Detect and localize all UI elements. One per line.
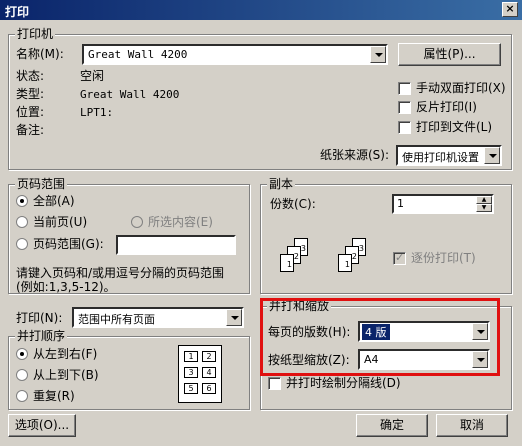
left-to-right-label[interactable]: 从左到右(F) [33, 347, 97, 361]
repeat-radio[interactable] [16, 390, 28, 402]
ok-button[interactable]: 确定 [356, 414, 428, 437]
current-page-radio[interactable] [16, 216, 28, 228]
printer-name-select[interactable]: Great Wall 4200 [82, 44, 388, 65]
order-cell: 6 [202, 383, 216, 394]
page-range-all-radio[interactable] [16, 195, 28, 207]
top-to-bottom-label[interactable]: 从上到下(B) [33, 368, 99, 382]
manual-duplex-checkbox[interactable] [398, 82, 411, 95]
reverse-print-label[interactable]: 反片打印(I) [416, 100, 477, 114]
print-to-file-checkbox[interactable] [398, 121, 411, 134]
paper-source-value: 使用打印机设置 [402, 151, 479, 164]
page-range-hint: 请键入页码和/或用逗号分隔的页码范围(例如:1,3,5-12)。 [16, 266, 225, 294]
chevron-down-icon[interactable] [370, 46, 386, 63]
left-to-right-radio[interactable] [16, 348, 28, 360]
page-range-all-label[interactable]: 全部(A) [33, 194, 75, 208]
location-value: LPT1: [80, 106, 114, 119]
reverse-print-checkbox[interactable] [398, 101, 411, 114]
top-to-bottom-radio[interactable] [16, 369, 28, 381]
selection-label: 所选内容(E) [148, 215, 213, 229]
printer-name-value: Great Wall 4200 [88, 48, 188, 61]
pages-label[interactable]: 页码范围(G): [33, 237, 104, 251]
current-page-label[interactable]: 当前页(U) [33, 215, 87, 229]
page-order-icon: 1 2 3 4 5 6 [178, 345, 222, 403]
window-title: 打印 [5, 5, 30, 19]
copies-count-value: 1 [397, 197, 404, 210]
pages-radio[interactable] [16, 238, 28, 250]
paper-source-label: 纸张来源(S): [320, 148, 390, 162]
spin-down-icon[interactable]: ▼ [476, 204, 492, 212]
type-label: 类型: [16, 87, 45, 101]
print-what-label: 打印(N): [16, 311, 63, 325]
copies-spinner[interactable]: ▲ ▼ [476, 196, 492, 212]
close-icon: × [505, 2, 515, 15]
print-what-value: 范围中所有页面 [78, 313, 155, 326]
red-highlight-box [260, 298, 500, 376]
status-value: 空闲 [80, 69, 105, 83]
order-cell: 3 [184, 367, 198, 378]
print-order-group-label: 并打顺序 [15, 329, 68, 343]
properties-button[interactable]: 属性(P)... [398, 43, 501, 66]
copies-count-label: 份数(C): [270, 197, 316, 211]
copies-count-input[interactable]: 1 ▲ ▼ [392, 194, 494, 214]
location-label: 位置: [16, 105, 45, 119]
collate-label: 逐份打印(T) [411, 251, 476, 265]
manual-duplex-label[interactable]: 手动双面打印(X) [416, 81, 506, 95]
collate-page: 1 [280, 254, 294, 272]
order-cell: 2 [202, 351, 216, 362]
order-cell: 1 [184, 351, 198, 362]
options-button[interactable]: 选项(O)... [8, 414, 76, 437]
comment-label: 备注: [16, 123, 45, 137]
close-button[interactable]: × [502, 2, 518, 17]
repeat-label[interactable]: 重复(R) [33, 389, 75, 403]
print-what-select[interactable]: 范围中所有页面 [72, 307, 244, 328]
collate-page: 1 [338, 254, 352, 272]
selection-radio[interactable] [131, 216, 143, 228]
spin-up-icon[interactable]: ▲ [476, 196, 492, 204]
order-cell: 4 [202, 367, 216, 378]
print-to-file-label[interactable]: 打印到文件(L) [416, 120, 492, 134]
title-bar: 打印 × [0, 0, 522, 20]
chevron-down-icon[interactable] [484, 147, 500, 164]
type-value: Great Wall 4200 [80, 88, 180, 101]
cancel-button[interactable]: 取消 [436, 414, 508, 437]
draw-borders-checkbox[interactable] [268, 377, 281, 390]
status-label: 状态: [16, 69, 45, 83]
printer-name-label: 名称(M): [16, 47, 64, 61]
pages-input[interactable] [116, 235, 236, 255]
copies-group-label: 副本 [267, 177, 296, 191]
draw-borders-label[interactable]: 并打时绘制分隔线(D) [286, 376, 401, 390]
collate-checkbox[interactable] [393, 251, 406, 265]
printer-group-label: 打印机 [15, 27, 56, 41]
order-cell: 5 [184, 383, 198, 394]
page-range-group-label: 页码范围 [15, 177, 68, 191]
paper-source-select[interactable]: 使用打印机设置 [396, 145, 502, 166]
chevron-down-icon[interactable] [226, 309, 242, 326]
